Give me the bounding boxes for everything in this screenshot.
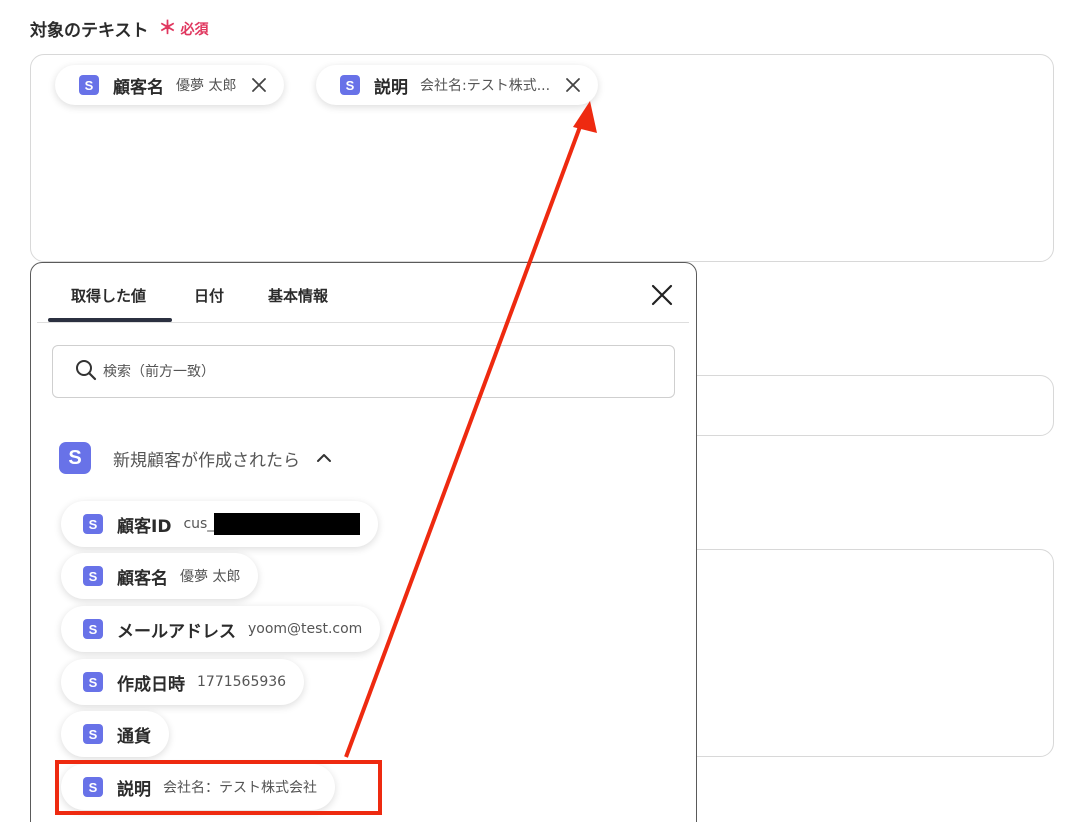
stripe-s-icon: S: [83, 724, 103, 744]
search-input[interactable]: [103, 363, 603, 380]
required-badge: ＊ 必須: [159, 19, 209, 39]
chip-name: 説明: [374, 77, 408, 98]
search-icon: [75, 359, 97, 385]
list-item-currency[interactable]: S 通貨: [61, 711, 169, 757]
stripe-s-icon: S: [79, 75, 99, 95]
redacted-value: [214, 513, 361, 535]
chip-value: 会社名:テスト株式...: [420, 78, 551, 94]
selected-chip-description[interactable]: S 説明 会社名:テスト株式...: [316, 65, 599, 105]
item-value: cus_: [183, 516, 215, 532]
item-name: メールアドレス: [117, 621, 236, 642]
chip-value: 優夢 太郎: [176, 78, 237, 94]
highlight-box: [55, 760, 382, 815]
required-star-icon: ＊: [158, 17, 177, 39]
close-icon[interactable]: [248, 74, 270, 96]
stripe-s-icon: S: [83, 566, 103, 586]
popup-close-icon[interactable]: [650, 283, 674, 307]
search-box: [52, 345, 675, 398]
list-item-created-at[interactable]: S 作成日時 1771565936: [61, 659, 305, 705]
close-icon[interactable]: [562, 74, 584, 96]
item-name: 顧客ID: [117, 516, 172, 537]
tab-date[interactable]: 日付: [194, 285, 224, 306]
list-item-customer-name[interactable]: S 顧客名 優夢 太郎: [61, 553, 259, 599]
list-item-customer-id[interactable]: S 顧客ID cus_: [61, 501, 379, 547]
chevron-up-icon[interactable]: [316, 450, 332, 466]
stripe-s-icon: S: [340, 75, 360, 95]
tab-basic-info[interactable]: 基本情報: [268, 285, 328, 306]
stripe-s-icon: S: [83, 514, 103, 534]
stripe-s-icon: S: [83, 619, 103, 639]
active-tab-indicator: [48, 318, 172, 322]
list-item-email[interactable]: S メールアドレス yoom@test.com: [61, 606, 381, 652]
item-value: 1771565936: [197, 674, 287, 690]
item-name: 顧客名: [117, 568, 168, 589]
field-label: 対象のテキスト ＊ 必須: [30, 16, 209, 41]
stripe-s-icon: S: [83, 672, 103, 692]
chip-name: 顧客名: [113, 77, 164, 98]
background-input-field[interactable]: [680, 375, 1054, 436]
required-text: 必須: [180, 21, 209, 38]
field-label-text: 対象のテキスト: [30, 21, 149, 41]
value-picker-popup: 取得した値 日付 基本情報 S 新規顧客が作成されたら S 顧客ID cus_ …: [30, 262, 697, 822]
stripe-s-icon: S: [59, 442, 91, 474]
tab-acquired-values[interactable]: 取得した値: [71, 285, 146, 306]
selected-chip-customer-name[interactable]: S 顧客名 優夢 太郎: [55, 65, 285, 105]
section-title: 新規顧客が作成されたら: [113, 450, 300, 471]
item-name: 作成日時: [117, 674, 185, 695]
item-name: 通貨: [117, 726, 151, 747]
item-value: 優夢 太郎: [180, 569, 241, 585]
popup-tabs: 取得した値 日付 基本情報: [37, 263, 689, 323]
section-new-customer-created[interactable]: S 新規顧客が作成されたら: [59, 442, 332, 474]
background-textarea-field[interactable]: [680, 549, 1054, 757]
item-value: yoom@test.com: [248, 621, 363, 637]
